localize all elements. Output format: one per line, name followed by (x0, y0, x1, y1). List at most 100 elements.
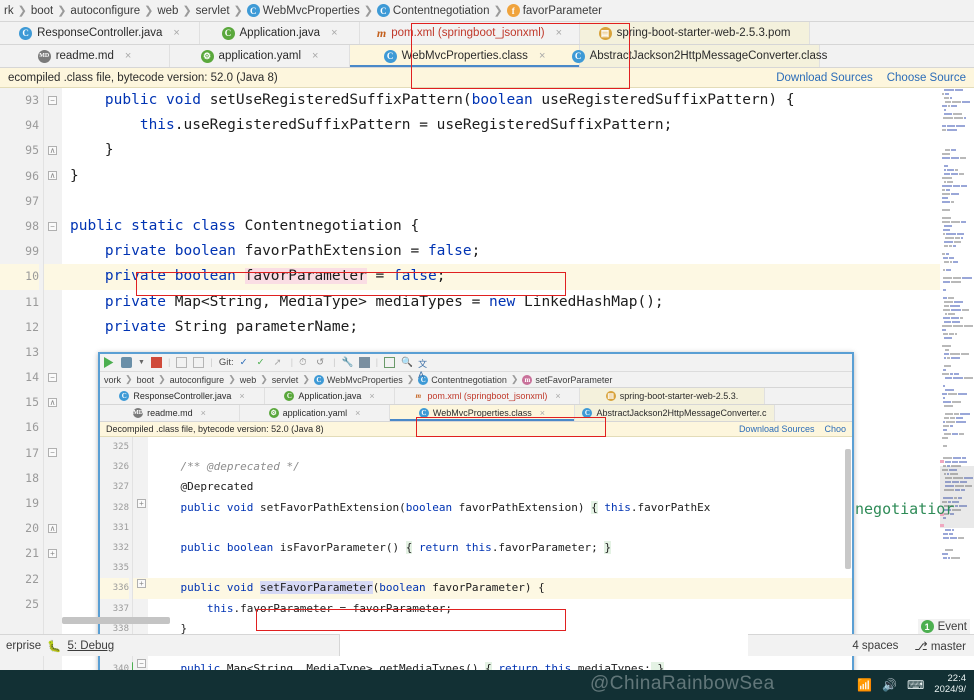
close-icon[interactable]: × (331, 27, 337, 39)
breadcrumb[interactable]: rk ❯ boot ❯ autoconfigure ❯ web ❯ servlet ❯ C WebMv… (0, 0, 974, 22)
code-line[interactable]: this.favorParameter = favorParameter; (148, 599, 852, 619)
fold-toggle[interactable]: + (137, 579, 146, 588)
fold-marker-slot[interactable] (44, 415, 62, 440)
horizontal-scrollbar-thumb[interactable] (62, 617, 170, 624)
volume-icon[interactable]: 🔊 (882, 678, 897, 692)
copy-icon[interactable] (176, 357, 188, 368)
code-line[interactable]: this.useRegisteredSuffixPattern = useReg… (62, 113, 974, 138)
editor-tab-abstractjackson2httpmessageconverter-c[interactable]: C AbstractJackson2HttpMessageConverter.c (575, 405, 775, 421)
editor-tab-spring-boot-starter-web-2-5-3-pom[interactable]: ▤ spring-boot-starter-web-2.5.3.pom (580, 22, 810, 44)
inner-download-sources-link[interactable]: Download Sources (739, 424, 815, 434)
keyboard-icon[interactable]: ⌨ (907, 678, 924, 692)
inner-code-area[interactable]: /** @deprecated */ @Deprecated public vo… (148, 437, 852, 698)
editor-tab-application-java[interactable]: C Application.java × (200, 22, 360, 44)
terminal-icon[interactable] (384, 357, 396, 368)
fold-marker-slot[interactable] (44, 239, 62, 264)
editor-tab-readme-md[interactable]: MD readme.md × (100, 405, 240, 421)
fold-marker-slot[interactable] (133, 477, 148, 497)
inner-breadcrumb[interactable]: vork ❯ boot ❯ autoconfigure ❯ web ❯ servlet ❯ C Web… (100, 372, 852, 388)
fold-toggle[interactable]: − (48, 448, 57, 457)
git-commit-icon[interactable]: ✓ (257, 357, 268, 368)
code-line[interactable]: private String parameterName; (62, 315, 974, 340)
editor-tab-pom-xml-springboot-jsonxml-[interactable]: m pom.xml (springboot_jsonxml) × (360, 22, 580, 44)
fold-toggle[interactable]: − (48, 222, 57, 231)
code-line[interactable]: private Map<String, MediaType> mediaType… (62, 290, 974, 315)
paste-icon[interactable] (193, 357, 205, 368)
close-icon[interactable]: × (539, 50, 545, 62)
fold-marker-slot[interactable] (133, 599, 148, 619)
code-line[interactable] (62, 189, 974, 214)
os-taskbar[interactable]: @ChinaRainbowSea 📶 🔊 ⌨ 22:4 2024/9/ (0, 670, 974, 700)
close-icon[interactable]: × (355, 408, 360, 418)
breadcrumb-item-favorparameter[interactable]: f favorParameter (505, 4, 604, 17)
fold-toggle[interactable]: ∧ (48, 171, 57, 180)
breadcrumb-item-vork[interactable]: vork (102, 375, 123, 385)
fold-marker-slot[interactable] (44, 189, 62, 214)
close-icon[interactable]: × (540, 408, 545, 418)
outer-fold-column[interactable]: − ∧ ∧ − − ∧ − ∧ + (44, 88, 62, 678)
breadcrumb-item-webmvcproperties[interactable]: C WebMvcProperties (312, 374, 405, 385)
code-line[interactable]: private boolean favorPathExtension = fal… (62, 239, 974, 264)
inner-editor-tab-row-2[interactable]: MD readme.md × ⚙ application.yaml × C WebMvcPro… (100, 405, 852, 422)
code-line[interactable]: public void setFavorPathExtension(boolea… (148, 498, 852, 518)
run-icon[interactable] (104, 357, 114, 368)
breadcrumb-item-servlet[interactable]: servlet (194, 5, 232, 17)
editor-tab-abstractjackson2httpmessageconverter-class[interactable]: C AbstractJackson2HttpMessageConverter.cl… (571, 45, 827, 67)
breadcrumb-item-web[interactable]: web (238, 375, 259, 385)
fold-toggle[interactable]: + (137, 499, 146, 508)
status-bar-right[interactable]: 4 spaces ⎇ master (748, 634, 974, 656)
inner-fold-column[interactable]: ++−∧+ (133, 437, 148, 698)
fold-toggle[interactable]: + (48, 549, 57, 558)
code-line[interactable] (148, 558, 852, 578)
fold-marker-slot[interactable] (44, 491, 62, 516)
breadcrumb-item-contentnegotiation[interactable]: C Contentnegotiation (375, 4, 492, 17)
editor-tab-row-1[interactable]: C ResponseController.java × C Application.ja… (0, 22, 974, 45)
fold-toggle[interactable]: − (48, 96, 57, 105)
close-icon[interactable]: × (555, 391, 560, 401)
close-icon[interactable]: × (173, 27, 179, 39)
close-icon[interactable]: × (312, 50, 318, 62)
debug-tool-window-button[interactable]: 5: Debug (67, 640, 114, 652)
editor-tab-webmvcproperties-class[interactable]: C WebMvcProperties.class × (390, 405, 575, 421)
network-icon[interactable]: 📶 (857, 678, 872, 692)
minimap-viewport-thumb[interactable] (940, 466, 974, 528)
fold-marker-slot[interactable] (133, 437, 148, 457)
editor-tab-application-yaml[interactable]: ⚙ application.yaml × (240, 405, 390, 421)
breadcrumb-item-contentnegotiation[interactable]: C Contentnegotiation (416, 374, 509, 385)
code-line[interactable]: public void setFavorParameter(boolean fa… (148, 578, 852, 599)
fold-marker-slot[interactable] (44, 113, 62, 138)
download-sources-link[interactable]: Download Sources (776, 72, 873, 84)
code-line[interactable]: public boolean isFavorParameter() { retu… (148, 538, 852, 558)
editor-tab-readme-md[interactable]: MD readme.md × (0, 45, 170, 67)
code-line[interactable] (148, 518, 852, 538)
breadcrumb-item-setfavorparameter[interactable]: m setFavorParameter (520, 374, 614, 385)
event-log-indicator[interactable]: 1 Event (917, 619, 970, 634)
search-icon[interactable]: 🔍 (401, 357, 413, 368)
translate-icon[interactable]: 文A (418, 357, 429, 380)
inner-choose-source-link[interactable]: Choo (824, 424, 846, 434)
inner-editor-tab-row-1[interactable]: C ResponseController.java × C Application.ja… (100, 388, 852, 405)
fold-marker-slot[interactable] (44, 340, 62, 365)
breadcrumb-item-webmvcproperties[interactable]: C WebMvcProperties (245, 4, 362, 17)
close-icon[interactable]: × (556, 27, 562, 39)
structure-icon[interactable] (358, 357, 370, 368)
fold-marker-slot[interactable] (44, 592, 62, 617)
editor-tab-application-java[interactable]: C Application.java × (265, 388, 395, 404)
git-update-icon[interactable]: ✓ (240, 357, 251, 368)
history-icon[interactable]: ⏱ (299, 357, 310, 368)
fold-marker-slot[interactable] (44, 264, 62, 290)
tray-clock[interactable]: 22:4 2024/9/ (934, 673, 966, 696)
inner-editor[interactable]: 325326327328331332335336337338339340 ++−… (100, 437, 852, 698)
choose-source-link[interactable]: Choose Source (887, 72, 966, 84)
breadcrumb-item-web[interactable]: web (155, 5, 180, 17)
vcs-branch[interactable]: ⎇ master (914, 639, 966, 653)
undo-icon[interactable]: ↺ (316, 357, 327, 368)
close-icon[interactable]: × (239, 391, 244, 401)
code-line[interactable]: } (62, 164, 974, 189)
close-icon[interactable]: × (369, 391, 374, 401)
code-minimap[interactable] (940, 88, 974, 678)
fold-marker-slot[interactable] (44, 290, 62, 315)
breadcrumb-item-autoconfigure[interactable]: autoconfigure (168, 375, 227, 385)
inner-vertical-scrollbar-thumb[interactable] (845, 449, 851, 569)
close-icon[interactable]: × (125, 50, 131, 62)
